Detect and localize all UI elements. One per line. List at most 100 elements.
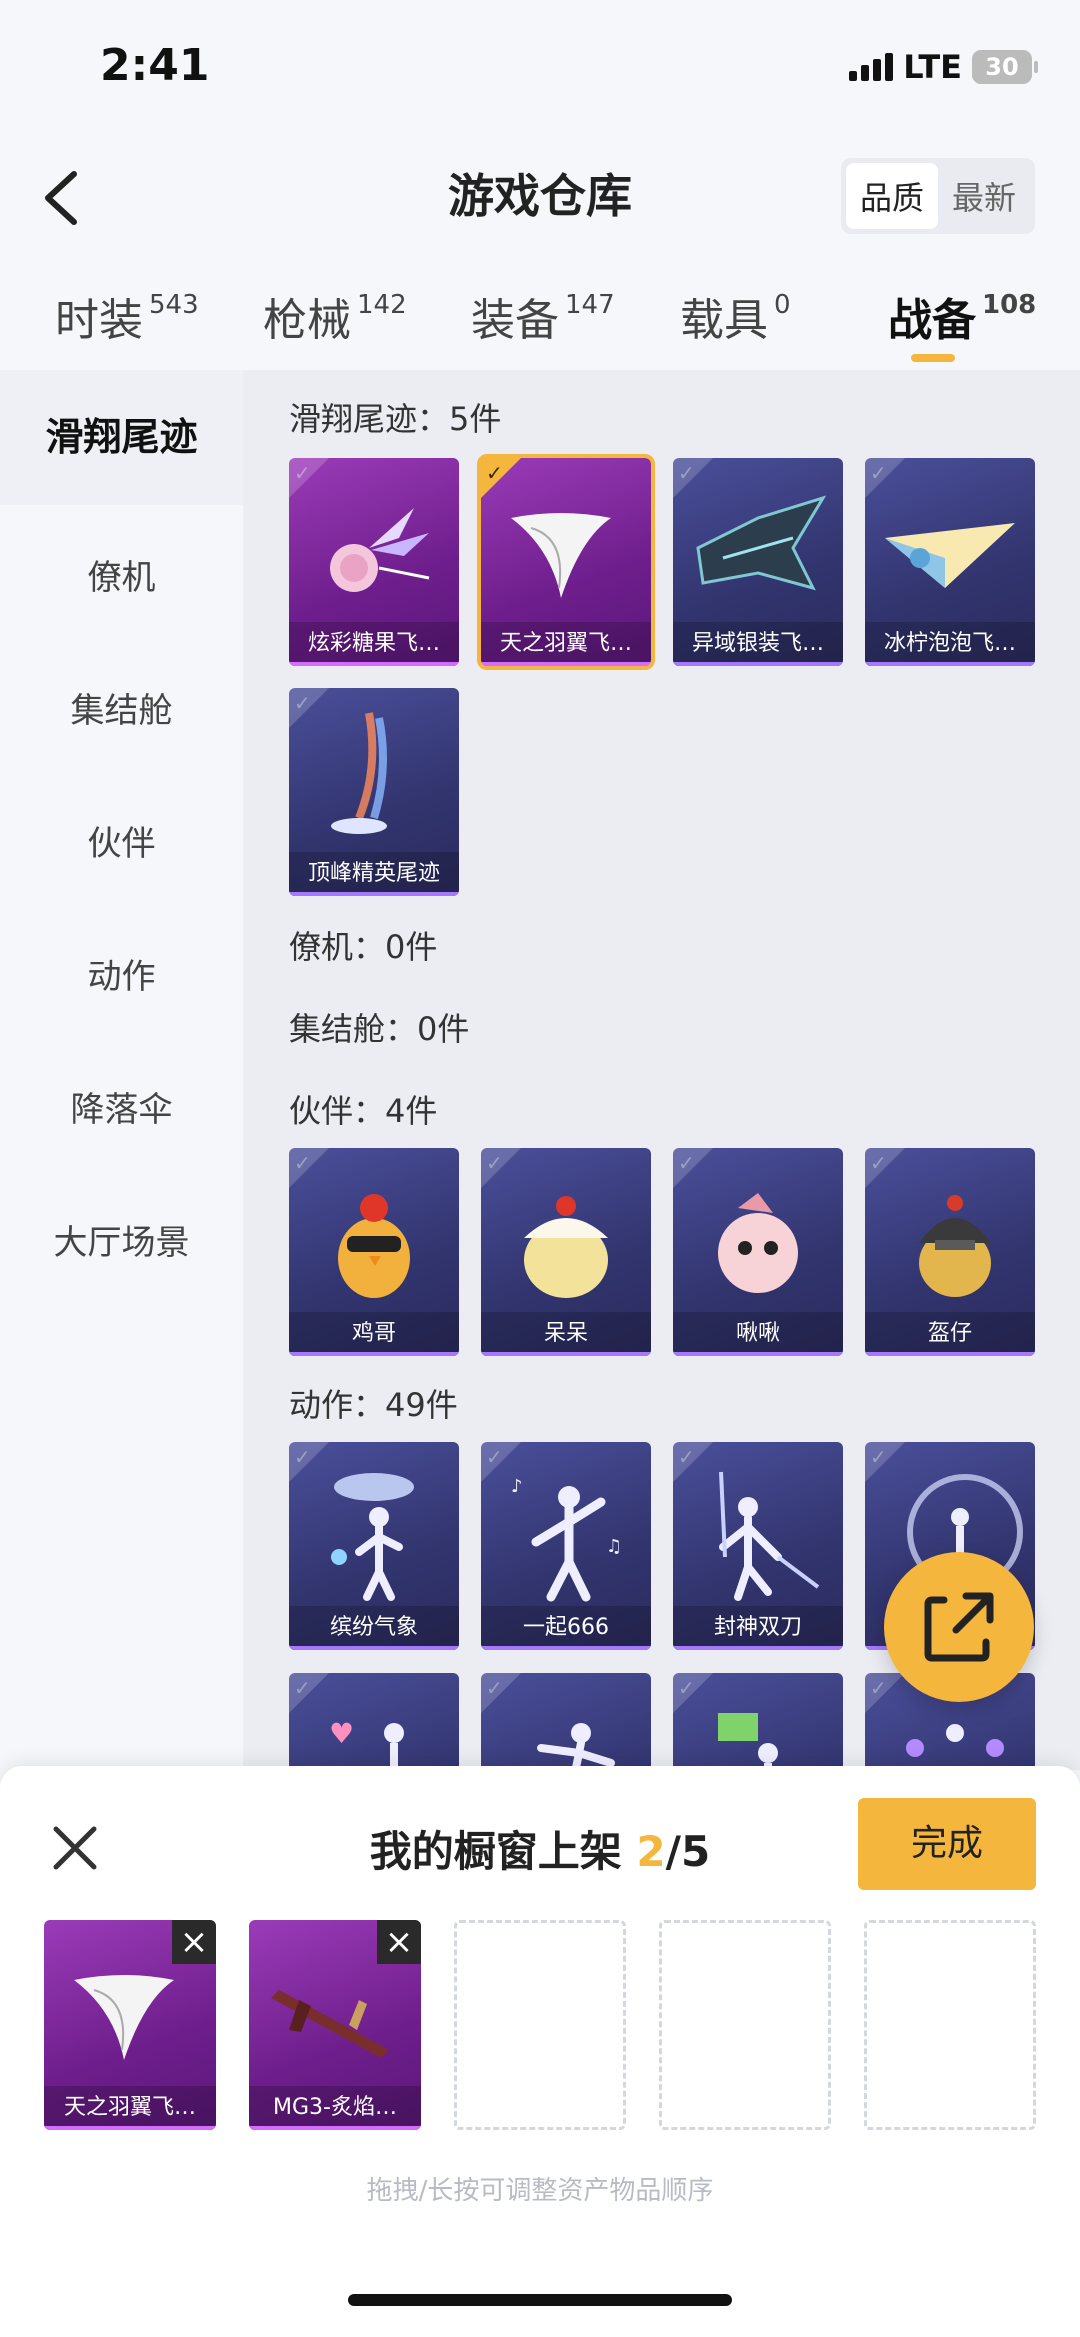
item-name: 呆呆 bbox=[481, 1312, 651, 1356]
chicken-art bbox=[338, 1194, 410, 1298]
item-card-emote-666[interactable]: ✓ ♪ ♫ 一起666 bbox=[481, 1442, 651, 1650]
item-card-emote-dual-blades[interactable]: ✓ 封神双刀 bbox=[673, 1442, 843, 1650]
silver-glider-art bbox=[696, 495, 827, 591]
emote-figure-art: ♪♫ bbox=[511, 1476, 622, 1602]
sort-option-quality[interactable]: 品质 bbox=[845, 163, 938, 229]
home-indicator[interactable] bbox=[348, 2294, 732, 2306]
svg-text:♥: ♥ bbox=[329, 1717, 354, 1750]
chick-art bbox=[524, 1196, 608, 1298]
sidebar-item-emote[interactable]: 动作 bbox=[0, 949, 243, 998]
showcase-total: /5 bbox=[665, 1827, 711, 1876]
item-card-candy-trail[interactable]: ✓ 炫彩糖果飞… bbox=[289, 458, 459, 666]
category-tabs: 时装 543 枪械 142 装备 147 载具 0 战备 108 bbox=[0, 270, 1080, 370]
battery-icon: 30 bbox=[972, 50, 1038, 84]
sort-toggle: 品质 最新 bbox=[840, 158, 1035, 234]
emote-figure-art bbox=[718, 1713, 778, 1770]
item-name: 封神双刀 bbox=[673, 1606, 843, 1650]
remove-icon[interactable]: × bbox=[172, 1920, 216, 1964]
sidebar: 滑翔尾迹 僚机 集结舱 伙伴 动作 降落伞 大厅场景 bbox=[0, 370, 243, 1770]
showcase-slot-empty[interactable] bbox=[659, 1920, 831, 2130]
item-card-heaven-wings[interactable]: ✓ 天之羽翼飞… bbox=[477, 454, 655, 670]
section-title-wingman: 僚机：0件 bbox=[289, 928, 438, 966]
tab-equipment[interactable]: 装备 147 bbox=[471, 284, 615, 348]
item-card-emote-dance[interactable]: ✓ bbox=[481, 1673, 651, 1770]
slot-item-name: 天之羽翼飞… bbox=[44, 2086, 216, 2130]
item-card-exotic-silver[interactable]: ✓ 异域银装飞… bbox=[673, 458, 843, 666]
item-card-emote-sign[interactable]: ✓ bbox=[673, 1673, 843, 1770]
section-title-emote: 动作：49件 bbox=[289, 1386, 458, 1424]
helmet-chick-art bbox=[919, 1195, 991, 1297]
sidebar-item-lobby-scene[interactable]: 大厅场景 bbox=[0, 1215, 243, 1264]
sidebar-item-capsule[interactable]: 集结舱 bbox=[0, 683, 243, 732]
sort-option-latest[interactable]: 最新 bbox=[938, 163, 1030, 229]
sidebar-item-glide-trail[interactable]: 滑翔尾迹 bbox=[0, 370, 243, 505]
network-type: LTE bbox=[903, 48, 962, 86]
tab-label: 战备 bbox=[888, 295, 976, 346]
tab-label: 时装 bbox=[55, 295, 143, 346]
tab-fashion[interactable]: 时装 543 bbox=[55, 284, 199, 348]
emote-figure-art bbox=[537, 1723, 615, 1770]
item-card-elite-trail[interactable]: ✓ 顶峰精英尾迹 bbox=[289, 688, 459, 896]
showcase-count: 2 bbox=[636, 1827, 666, 1876]
emote-figure-art: ♥ bbox=[329, 1717, 404, 1770]
item-name: 炫彩糖果飞… bbox=[289, 622, 459, 666]
status-bar: 2:41 LTE 30 bbox=[0, 0, 1080, 130]
showcase-slot-empty[interactable] bbox=[864, 1920, 1036, 2130]
item-card-emote-hearts[interactable]: ✓ ♥ bbox=[289, 1673, 459, 1770]
item-card-partner-kuizai[interactable]: ✓ 盔仔 bbox=[865, 1148, 1035, 1356]
page-header: 游戏仓库 品质 最新 bbox=[0, 130, 1080, 255]
share-icon bbox=[924, 1592, 994, 1662]
share-button[interactable] bbox=[884, 1552, 1034, 1702]
svg-text:♫: ♫ bbox=[606, 1536, 622, 1557]
emote-figure-art bbox=[331, 1473, 414, 1601]
item-name: 鸡哥 bbox=[289, 1312, 459, 1356]
sheet-title-text: 我的橱窗上架 bbox=[369, 1827, 637, 1876]
tab-count: 0 bbox=[774, 290, 791, 320]
active-tab-indicator bbox=[911, 354, 955, 362]
item-card-partner-daidai[interactable]: ✓ 呆呆 bbox=[481, 1148, 651, 1356]
item-name: 冰柠泡泡飞… bbox=[865, 622, 1035, 666]
item-card-lemon-bubble[interactable]: ✓ 冰柠泡泡飞… bbox=[865, 458, 1035, 666]
pink-bird-art bbox=[718, 1193, 798, 1293]
signal-icon bbox=[849, 53, 894, 81]
showcase-slot-empty[interactable] bbox=[454, 1920, 626, 2130]
showcase-slot-2[interactable]: × MG3-炙焰… bbox=[249, 1920, 421, 2130]
item-name: 天之羽翼飞… bbox=[481, 622, 651, 666]
tab-vehicles[interactable]: 载具 0 bbox=[680, 284, 791, 348]
item-card-partner-jiujiu[interactable]: ✓ 啾啾 bbox=[673, 1148, 843, 1356]
sidebar-item-partner[interactable]: 伙伴 bbox=[0, 816, 243, 865]
elite-trail-art bbox=[331, 712, 387, 834]
tab-label: 装备 bbox=[471, 295, 559, 346]
tab-firearms[interactable]: 枪械 142 bbox=[263, 284, 407, 348]
sidebar-item-parachute[interactable]: 降落伞 bbox=[0, 1082, 243, 1131]
feather-wings-art bbox=[511, 513, 611, 598]
item-name: 一起666 bbox=[481, 1606, 651, 1650]
showcase-slot-1[interactable]: × 天之羽翼飞… bbox=[44, 1920, 216, 2130]
section-title-capsule: 集结舱：0件 bbox=[289, 1010, 470, 1048]
done-button[interactable]: 完成 bbox=[858, 1798, 1036, 1890]
item-name: 盔仔 bbox=[865, 1312, 1035, 1356]
emote-figure-art bbox=[719, 1471, 820, 1601]
remove-icon[interactable]: × bbox=[377, 1920, 421, 1964]
reorder-hint: 拖拽/长按可调整资产物品顺序 bbox=[366, 2176, 714, 2206]
status-time: 2:41 bbox=[100, 40, 210, 91]
status-indicators: LTE 30 bbox=[849, 48, 1038, 86]
section-title-partner: 伙伴：4件 bbox=[289, 1092, 438, 1130]
tab-count: 147 bbox=[565, 290, 615, 320]
item-name: 啾啾 bbox=[673, 1312, 843, 1356]
sidebar-item-wingman[interactable]: 僚机 bbox=[0, 550, 243, 599]
slot-item-name: MG3-炙焰… bbox=[249, 2086, 421, 2130]
tab-combat-gear[interactable]: 战备 108 bbox=[888, 284, 1036, 348]
item-name: 顶峰精英尾迹 bbox=[289, 852, 459, 896]
item-card-emote-weather[interactable]: ✓ 缤纷气象 bbox=[289, 1442, 459, 1650]
paper-plane-art bbox=[885, 523, 1015, 588]
showcase-sheet: 我的橱窗上架 2/5 完成 × 天之羽翼飞… × MG3-炙焰… 拖拽/长按可调… bbox=[0, 1766, 1080, 2337]
tab-count: 108 bbox=[982, 290, 1037, 320]
tab-count: 142 bbox=[357, 290, 407, 320]
section-title-glide-trail: 滑翔尾迹：5件 bbox=[289, 400, 502, 438]
svg-text:♪: ♪ bbox=[511, 1476, 523, 1497]
candy-trail-art bbox=[330, 508, 430, 592]
item-card-partner-chicken[interactable]: ✓ 鸡哥 bbox=[289, 1148, 459, 1356]
tab-label: 枪械 bbox=[263, 295, 351, 346]
emote-figure-art bbox=[906, 1724, 1004, 1757]
